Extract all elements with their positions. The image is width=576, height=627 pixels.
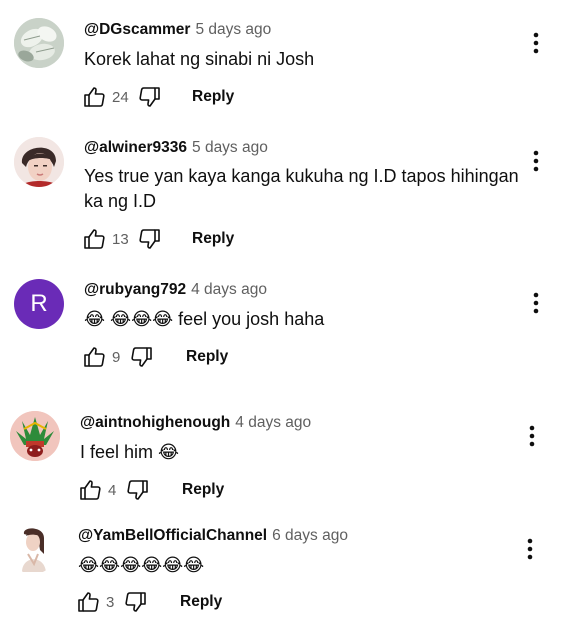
like-count: 9	[112, 348, 121, 366]
comment-text: Yes true yan kaya kanga kukuha ng I.D ta…	[84, 166, 519, 211]
more-vert-icon[interactable]	[524, 288, 548, 318]
thumbs-up-icon[interactable]	[76, 476, 104, 504]
more-vert-icon[interactable]	[524, 28, 548, 58]
comment-text: 😂😂😂😂😂😂	[78, 555, 205, 575]
comment-timestamp[interactable]: 4 days ago	[191, 281, 267, 298]
avatar[interactable]: R	[14, 279, 64, 329]
more-vert-icon[interactable]	[518, 534, 542, 564]
thumbs-down-icon[interactable]	[124, 476, 152, 504]
thumbs-down-icon[interactable]	[136, 83, 164, 111]
comment-timestamp[interactable]: 4 days ago	[235, 414, 311, 431]
comment-text: 😂 😂😂😂 feel you josh haha	[84, 309, 325, 329]
thumbs-up-icon[interactable]	[80, 225, 108, 253]
like-count: 13	[112, 230, 129, 248]
avatar[interactable]	[8, 524, 58, 574]
like-count: 24	[112, 88, 129, 106]
comment-actions: 9 Reply	[80, 343, 228, 371]
reply-button[interactable]: Reply	[180, 593, 222, 611]
comment-timestamp[interactable]: 5 days ago	[195, 21, 271, 38]
thumbs-down-icon[interactable]	[122, 588, 150, 616]
comment-author[interactable]: @DGscammer	[84, 21, 190, 38]
reply-button[interactable]: Reply	[192, 88, 234, 106]
comment-timestamp[interactable]: 6 days ago	[272, 527, 348, 544]
comment-actions: 4 Reply	[76, 476, 224, 504]
more-vert-icon[interactable]	[520, 421, 544, 451]
comment-actions: 13 Reply	[80, 225, 234, 253]
reply-button[interactable]: Reply	[186, 348, 228, 366]
reply-button[interactable]: Reply	[192, 230, 234, 248]
thumbs-up-icon[interactable]	[80, 83, 108, 111]
reply-button[interactable]: Reply	[182, 481, 224, 499]
comment-author[interactable]: @YamBellOfficialChannel	[78, 527, 267, 544]
thumbs-up-icon[interactable]	[80, 343, 108, 371]
comment-text: I feel him 😂	[80, 442, 180, 462]
avatar[interactable]	[14, 137, 64, 187]
comment-timestamp[interactable]: 5 days ago	[192, 139, 268, 156]
thumbs-down-icon[interactable]	[128, 343, 156, 371]
comment-text: Korek lahat ng sinabi ni Josh	[84, 49, 315, 69]
comment-actions: 3 Reply	[74, 588, 222, 616]
thumbs-down-icon[interactable]	[136, 225, 164, 253]
comment-header: @aintnohighenough 4 days ago	[80, 413, 311, 433]
avatar[interactable]	[14, 18, 64, 68]
thumbs-up-icon[interactable]	[74, 588, 102, 616]
comment-actions: 24 Reply	[80, 83, 234, 111]
comment-header: @DGscammer 5 days ago	[84, 20, 271, 40]
like-count: 4	[108, 481, 117, 499]
avatar[interactable]	[10, 411, 60, 461]
comment-author[interactable]: @rubyang792	[84, 281, 186, 298]
comment-author[interactable]: @alwiner9336	[84, 139, 187, 156]
comment-header: @YamBellOfficialChannel 6 days ago	[78, 526, 348, 546]
like-count: 3	[106, 593, 115, 611]
avatar-letter: R	[30, 290, 48, 317]
comment-header: @rubyang792 4 days ago	[84, 280, 267, 300]
comment-author[interactable]: @aintnohighenough	[80, 414, 230, 431]
more-vert-icon[interactable]	[524, 146, 548, 176]
comment-header: @alwiner9336 5 days ago	[84, 138, 268, 158]
